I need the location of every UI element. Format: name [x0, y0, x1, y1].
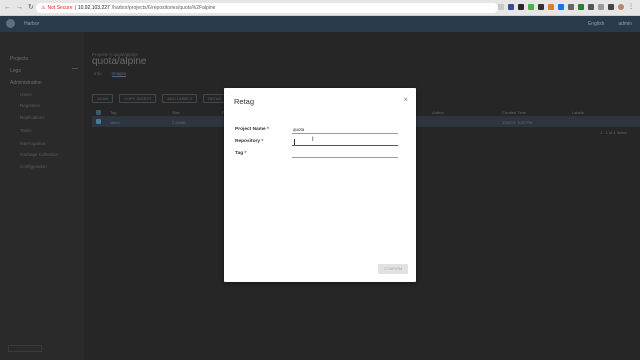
extension-icon[interactable]	[528, 4, 534, 10]
text-caret	[294, 139, 295, 145]
sidebar-collapse-icon[interactable]	[72, 68, 78, 72]
confirm-button[interactable]: CONFIRM	[378, 264, 408, 274]
url-host: 10.92.103.227	[77, 5, 110, 11]
retag-modal: Retag × Project Name * Repository * I Ta…	[224, 88, 416, 282]
address-bar[interactable]: ⚠ Not Secure | 10.92.103.227/harbor/proj…	[36, 3, 498, 13]
brand-name: Harbor	[24, 21, 40, 27]
extension-icon[interactable]	[558, 4, 564, 10]
scan-button[interactable]: SCAN	[92, 94, 114, 103]
back-icon[interactable]: ←	[4, 4, 11, 12]
reload-icon[interactable]: ↻	[28, 4, 34, 12]
row-created: 3/26/19, 6:20 PM	[502, 120, 533, 125]
extension-icon[interactable]	[608, 4, 614, 10]
repository-field[interactable]	[292, 137, 398, 146]
settings-link[interactable]	[8, 345, 42, 352]
sidebar-subitem[interactable]: Replications	[20, 115, 45, 120]
harbor-logo	[6, 19, 15, 28]
sidebar-subitem[interactable]: Configuration	[20, 164, 47, 169]
image-actions: SCAN COPY DIGEST ADD LABELS RETAG	[92, 94, 227, 103]
sidebar-subitem[interactable]: Tasks	[20, 128, 32, 133]
project-name-label: Project Name *	[235, 127, 269, 132]
sidebar-subitem[interactable]: Interrogation	[20, 141, 45, 146]
url-path: /harbor/projects/6/repositories/quota%2F…	[111, 5, 216, 11]
extension-icon[interactable]	[588, 4, 594, 10]
sidebar-item[interactable]: Administration	[10, 80, 42, 86]
close-icon[interactable]: ×	[403, 96, 408, 104]
warning-icon: ⚠	[41, 5, 46, 11]
not-secure-label: Not Secure	[47, 5, 73, 11]
bookmark-star-icon[interactable]	[498, 4, 504, 10]
copy-digest-button[interactable]: COPY DIGEST	[119, 94, 157, 103]
row-checkbox[interactable]	[96, 119, 101, 124]
browser-toolbar: ← → ↻ ⚠ Not Secure | 10.92.103.227/harbo…	[0, 0, 640, 16]
row-size: 2.66MB	[172, 120, 186, 125]
extension-icon[interactable]	[598, 4, 604, 10]
col-author: Author	[432, 110, 444, 115]
ibeam-cursor-icon: I	[312, 137, 314, 143]
header-right: English admin	[588, 21, 632, 27]
browser-menu-icon[interactable]: ⋮	[628, 4, 634, 10]
tag-label: Tag *	[235, 151, 247, 156]
sidebar-item[interactable]: Logs	[10, 68, 21, 74]
col-created[interactable]: Created Time	[502, 110, 526, 115]
language-switcher[interactable]: English	[588, 21, 604, 27]
pagination-text: 1 - 1 of 1 items	[600, 130, 627, 135]
col-size[interactable]: Size	[172, 110, 180, 115]
project-name-field[interactable]	[292, 125, 398, 134]
col-tag[interactable]: Tag	[110, 110, 116, 115]
forward-icon[interactable]: →	[16, 4, 23, 12]
sidebar-item[interactable]: Projects	[10, 56, 28, 62]
extensions-bar: ⋮	[498, 4, 634, 10]
browser-nav: ← → ↻	[4, 4, 34, 12]
url-separator: |	[74, 5, 76, 11]
tag-field[interactable]	[292, 149, 398, 158]
app-header: Harbor English admin	[0, 16, 640, 32]
extension-icon[interactable]	[518, 4, 524, 10]
extension-icon[interactable]	[548, 4, 554, 10]
extension-icon[interactable]	[568, 4, 574, 10]
extension-icon[interactable]	[508, 4, 514, 10]
profile-avatar[interactable]	[618, 4, 624, 10]
sidebar-subitem[interactable]: Registries	[20, 103, 40, 108]
col-labels: Labels	[572, 110, 584, 115]
extension-icon[interactable]	[578, 4, 584, 10]
sidebar-subitem[interactable]: Users	[20, 92, 32, 97]
tab-images[interactable]: Images	[111, 71, 127, 77]
page-title: quota/alpine	[92, 56, 147, 67]
add-labels-button[interactable]: ADD LABELS	[162, 94, 198, 103]
user-menu[interactable]: admin	[618, 21, 632, 27]
tab-info[interactable]: Info	[94, 71, 102, 77]
row-tag[interactable]: latest	[110, 120, 120, 125]
modal-title: Retag	[234, 97, 255, 106]
repo-tabs: Info Images	[94, 71, 127, 77]
extension-icon[interactable]	[538, 4, 544, 10]
select-all-checkbox[interactable]	[96, 110, 101, 115]
repository-label: Repository *	[235, 139, 264, 144]
sidebar-subitem[interactable]: Garbage Collection	[20, 152, 59, 157]
